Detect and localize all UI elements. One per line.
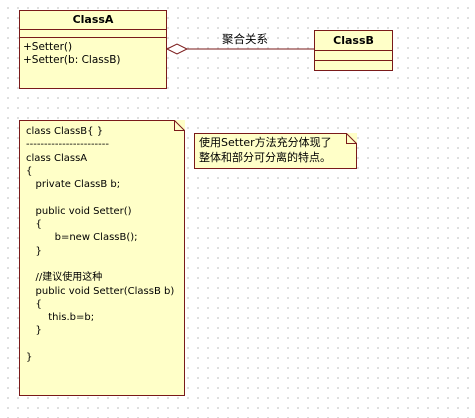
- class-a-name: ClassA: [20, 11, 166, 30]
- code-line: public void Setter(ClassB b): [26, 285, 175, 297]
- class-b-attributes: [315, 51, 392, 61]
- code-note[interactable]: class ClassB{ } ----------------------- cl…: [19, 120, 185, 396]
- code-line: -----------------------: [26, 139, 109, 151]
- code-line: {: [26, 165, 33, 177]
- code-line: private ClassB b;: [26, 179, 121, 191]
- class-b-box[interactable]: ClassB: [314, 30, 393, 71]
- code-line: //建议使用这种: [26, 272, 103, 284]
- code-line: b=new ClassB();: [26, 232, 138, 244]
- class-b-operations: [315, 61, 392, 71]
- comment-line: 使用Setter方法充分体现了: [199, 136, 332, 149]
- class-a-attributes: [20, 30, 166, 38]
- code-line: }: [26, 352, 33, 364]
- comment-line: 整体和部分可分离的特点。: [199, 151, 331, 164]
- comment-note[interactable]: 使用Setter方法充分体现了 整体和部分可分离的特点。: [194, 133, 357, 169]
- code-line: this.b=b;: [26, 312, 95, 324]
- code-line: class ClassB{ }: [26, 126, 104, 137]
- code-line: class ClassA: [26, 152, 88, 164]
- comment-text: 使用Setter方法充分体现了 整体和部分可分离的特点。: [199, 135, 332, 165]
- code-line: }: [26, 245, 42, 257]
- class-a-operation: +Setter(): [23, 41, 73, 53]
- aggregation-diamond-icon: [165, 43, 189, 55]
- code-line: public void Setter(): [26, 205, 132, 217]
- class-a-operations: +Setter() +Setter(b: ClassB): [20, 38, 166, 67]
- class-b-name: ClassB: [315, 31, 392, 51]
- class-a-box[interactable]: ClassA +Setter() +Setter(b: ClassB): [19, 10, 167, 89]
- code-line: {: [26, 219, 42, 231]
- class-a-operation: +Setter(b: ClassB): [23, 54, 121, 66]
- code-line: }: [26, 325, 42, 337]
- association-label: 聚合关系: [222, 32, 268, 46]
- code-line: {: [26, 298, 42, 310]
- code-text: class ClassB{ } ----------------------- cl…: [26, 125, 174, 364]
